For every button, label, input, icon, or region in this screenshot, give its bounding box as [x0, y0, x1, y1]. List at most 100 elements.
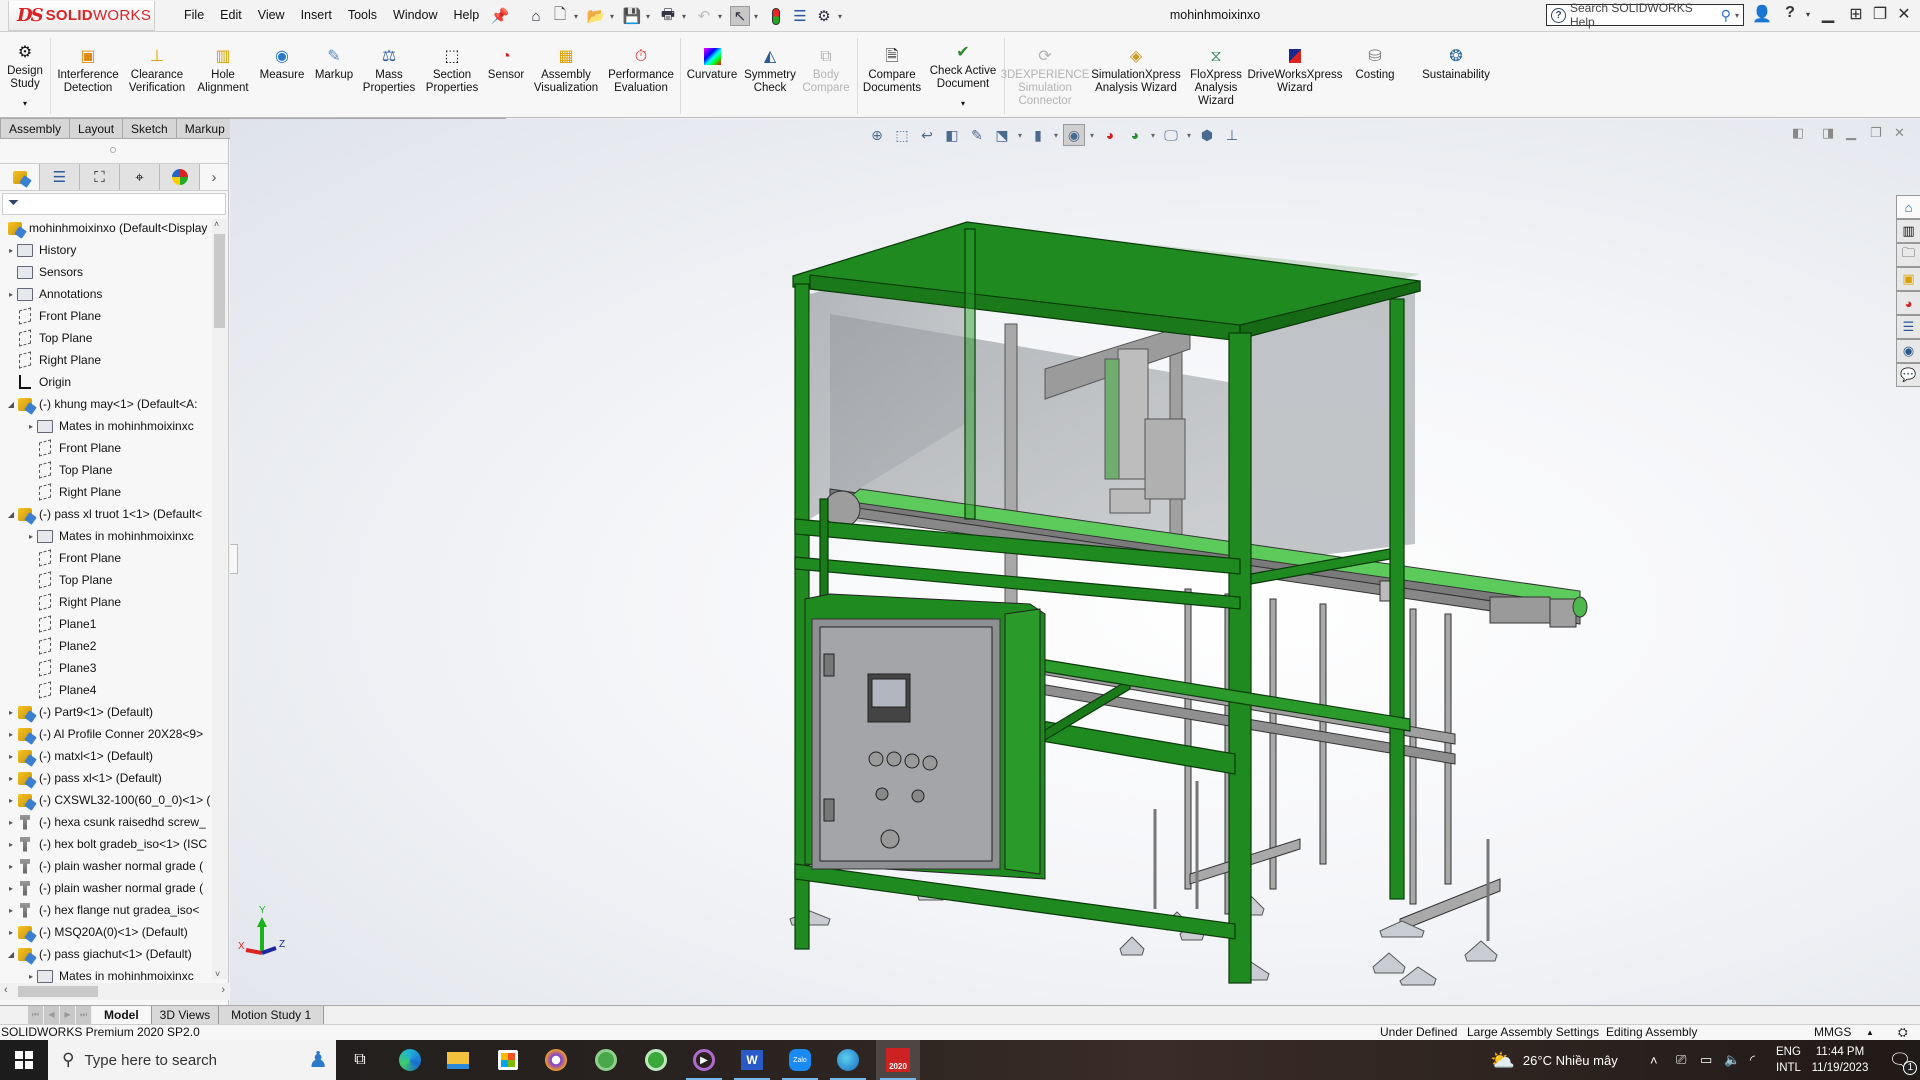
- taskbar-network-app[interactable]: [826, 1040, 870, 1080]
- restore-button[interactable]: ❐: [1868, 4, 1892, 24]
- floxpress-button[interactable]: ⧖ FloXpress Analysis Wizard: [1186, 46, 1246, 108]
- menu-window[interactable]: Window: [385, 8, 445, 22]
- taskbar-solidworks[interactable]: 2020: [876, 1040, 920, 1080]
- taskbar-file-explorer[interactable]: [436, 1040, 480, 1080]
- view-orientation-icon[interactable]: ⬔: [991, 124, 1013, 146]
- simulation-connector-button[interactable]: ⟳ 3DEXPERIENCE Simulation Connector: [1001, 46, 1090, 108]
- open-dropdown-icon[interactable]: ▾: [610, 12, 618, 21]
- dimxpertmanager-tab[interactable]: ⌖: [120, 164, 160, 190]
- tree-item[interactable]: ▸ Mates in mohinhmoixinxc: [0, 965, 211, 983]
- input-language-indicator[interactable]: ENG INTL: [1776, 1040, 1801, 1080]
- measure-button[interactable]: ◉ Measure: [258, 46, 306, 82]
- tree-item[interactable]: Right Plane: [0, 591, 211, 613]
- tree-root-item[interactable]: mohinhmoixinxo (Default<Display: [0, 217, 211, 239]
- options-gear-icon[interactable]: ⚙: [814, 6, 834, 26]
- close-button[interactable]: ✕: [1892, 4, 1916, 24]
- start-button[interactable]: [0, 1040, 48, 1080]
- tab-assembly[interactable]: Assembly: [0, 118, 71, 139]
- hide-show-dropdown-icon[interactable]: ▾: [1088, 124, 1096, 146]
- dynamic-annotation-views-icon[interactable]: ✎: [966, 124, 988, 146]
- tree-item[interactable]: Origin: [0, 371, 211, 393]
- tree-item[interactable]: ▸ (-) MSQ20A(0)<1> (Default): [0, 921, 211, 943]
- unit-system-selector[interactable]: MMGS: [1814, 1025, 1851, 1040]
- undo-dropdown-icon[interactable]: ▾: [718, 12, 726, 21]
- taskbar-coc-coc[interactable]: [634, 1040, 678, 1080]
- tile-windows-button[interactable]: ⊞: [1844, 4, 1868, 24]
- tree-item[interactable]: Sensors: [0, 261, 211, 283]
- tree-item[interactable]: Top Plane: [0, 459, 211, 481]
- previous-view-icon[interactable]: ↩: [916, 124, 938, 146]
- tree-item[interactable]: Front Plane: [0, 437, 211, 459]
- tree-item[interactable]: Plane2: [0, 635, 211, 657]
- battery-icon[interactable]: ▭: [1700, 1040, 1712, 1080]
- zoom-to-area-icon[interactable]: ⬚: [891, 124, 913, 146]
- tree-item[interactable]: Front Plane: [0, 547, 211, 569]
- zoom-to-fit-icon[interactable]: ⊕: [866, 124, 888, 146]
- custom-properties-icon[interactable]: ☰: [1896, 315, 1920, 339]
- mass-properties-button[interactable]: ⚖ Mass Properties: [362, 46, 416, 95]
- edit-appearance-icon[interactable]: ◕: [1099, 124, 1121, 146]
- taskbar-microsoft-store[interactable]: [486, 1040, 530, 1080]
- chat-feedback-icon[interactable]: 💬: [1896, 363, 1920, 387]
- viewport-close-icon[interactable]: ✕: [1894, 125, 1905, 141]
- menu-edit[interactable]: Edit: [212, 8, 250, 22]
- panel-tabs-more-button[interactable]: ›: [200, 164, 228, 190]
- solidworks-resources-home-icon[interactable]: ⌂: [1896, 195, 1920, 219]
- compare-documents-button[interactable]: 🗎 Compare Documents: [862, 46, 922, 95]
- design-study-button[interactable]: ⚙ Design Study ▾: [6, 42, 44, 110]
- tree-item[interactable]: ▸ (-) Part9<1> (Default): [0, 701, 211, 723]
- driveworksxpress-button[interactable]: DriveWorksXpress Wizard: [1248, 46, 1343, 95]
- menu-tools[interactable]: Tools: [340, 8, 385, 22]
- user-account-icon[interactable]: 👤: [1750, 4, 1774, 24]
- panel-grip-handle[interactable]: [110, 147, 116, 153]
- minimize-button[interactable]: ▁: [1816, 4, 1840, 24]
- file-properties-icon[interactable]: ☰: [790, 6, 810, 26]
- simulationxpress-button[interactable]: ◈ SimulationXpress Analysis Wizard: [1088, 46, 1184, 95]
- taskbar-media-player[interactable]: ▶: [682, 1040, 726, 1080]
- taskbar-word[interactable]: W: [730, 1040, 774, 1080]
- tree-item[interactable]: ◢ (-) khung may<1> (Default<A:: [0, 393, 211, 415]
- collapsed-arrow-icon[interactable]: ▸: [6, 796, 16, 805]
- collapsed-arrow-icon[interactable]: ▸: [6, 774, 16, 783]
- tab-motion-study-1[interactable]: Motion Study 1: [219, 1006, 325, 1024]
- hole-alignment-button[interactable]: ▥ Hole Alignment: [194, 46, 252, 95]
- tree-item[interactable]: Plane4: [0, 679, 211, 701]
- units-dropdown-icon[interactable]: ▲: [1866, 1025, 1874, 1040]
- tree-item[interactable]: Front Plane: [0, 305, 211, 327]
- volume-icon[interactable]: 🔈: [1724, 1040, 1740, 1080]
- tree-item[interactable]: Top Plane: [0, 569, 211, 591]
- tree-item[interactable]: ▸ (-) CXSWL32-100(60_0_0)<1> (: [0, 789, 211, 811]
- view-settings-dropdown-icon[interactable]: ▾: [1185, 124, 1193, 146]
- pin-menu-button[interactable]: 📌: [490, 6, 510, 26]
- view-orientation-dropdown-icon[interactable]: ▾: [1016, 124, 1024, 146]
- viewport-prev-icon[interactable]: ◧: [1792, 125, 1804, 141]
- collapsed-arrow-icon[interactable]: ▸: [6, 246, 16, 255]
- solidworks-logo[interactable]: DS SOLIDWORKS: [8, 1, 155, 31]
- scrollbar-thumb[interactable]: [18, 986, 98, 997]
- solidworks-forum-icon[interactable]: ◉: [1896, 339, 1920, 363]
- rebuild-traffic-light-icon[interactable]: [766, 6, 786, 26]
- viewport-next-icon[interactable]: ◨: [1822, 125, 1834, 141]
- taskbar-vpn-app[interactable]: [534, 1040, 578, 1080]
- symmetry-check-button[interactable]: ◭ Symmetry Check: [744, 46, 796, 95]
- collapsed-arrow-icon[interactable]: ▸: [6, 906, 16, 915]
- view-settings-monitor-icon[interactable]: 🖵: [1160, 124, 1182, 146]
- tree-item[interactable]: ▸ History: [0, 239, 211, 261]
- tree-item[interactable]: ▸ Mates in mohinhmoixinxc: [0, 415, 211, 437]
- tree-item[interactable]: ▸ (-) plain washer normal grade (: [0, 855, 211, 877]
- panel-splitter-handle[interactable]: [230, 544, 238, 574]
- tree-item[interactable]: Plane3: [0, 657, 211, 679]
- expanded-arrow-icon[interactable]: ◢: [6, 510, 16, 519]
- tree-vertical-scrollbar[interactable]: ˄ ˅: [212, 219, 227, 979]
- display-style-dropdown-icon[interactable]: ▾: [1052, 124, 1060, 146]
- viewport-restore-icon[interactable]: ❐: [1870, 125, 1882, 141]
- triad-axis-icon[interactable]: ⊥: [1221, 124, 1243, 146]
- apply-scene-dropdown-icon[interactable]: ▾: [1149, 124, 1157, 146]
- collapsed-arrow-icon[interactable]: ▸: [6, 708, 16, 717]
- tree-item[interactable]: ▸ (-) plain washer normal grade (: [0, 877, 211, 899]
- appearances-scenes-icon[interactable]: ◕: [1896, 291, 1920, 315]
- curvature-button[interactable]: Curvature: [684, 46, 740, 82]
- collapsed-arrow-icon[interactable]: ▸: [6, 290, 16, 299]
- tree-item[interactable]: ▸ (-) hex flange nut gradea_iso<: [0, 899, 211, 921]
- graphics-area[interactable]: ⊕ ⬚ ↩ ◧ ✎ ⬔ ▾ ▮ ▾ ◉ ▾ ◕ ◕ ▾ 🖵 ▾ ⬢ ⊥ ◧ ◨ ▁ ❐ ✕…: [230, 119, 1920, 1005]
